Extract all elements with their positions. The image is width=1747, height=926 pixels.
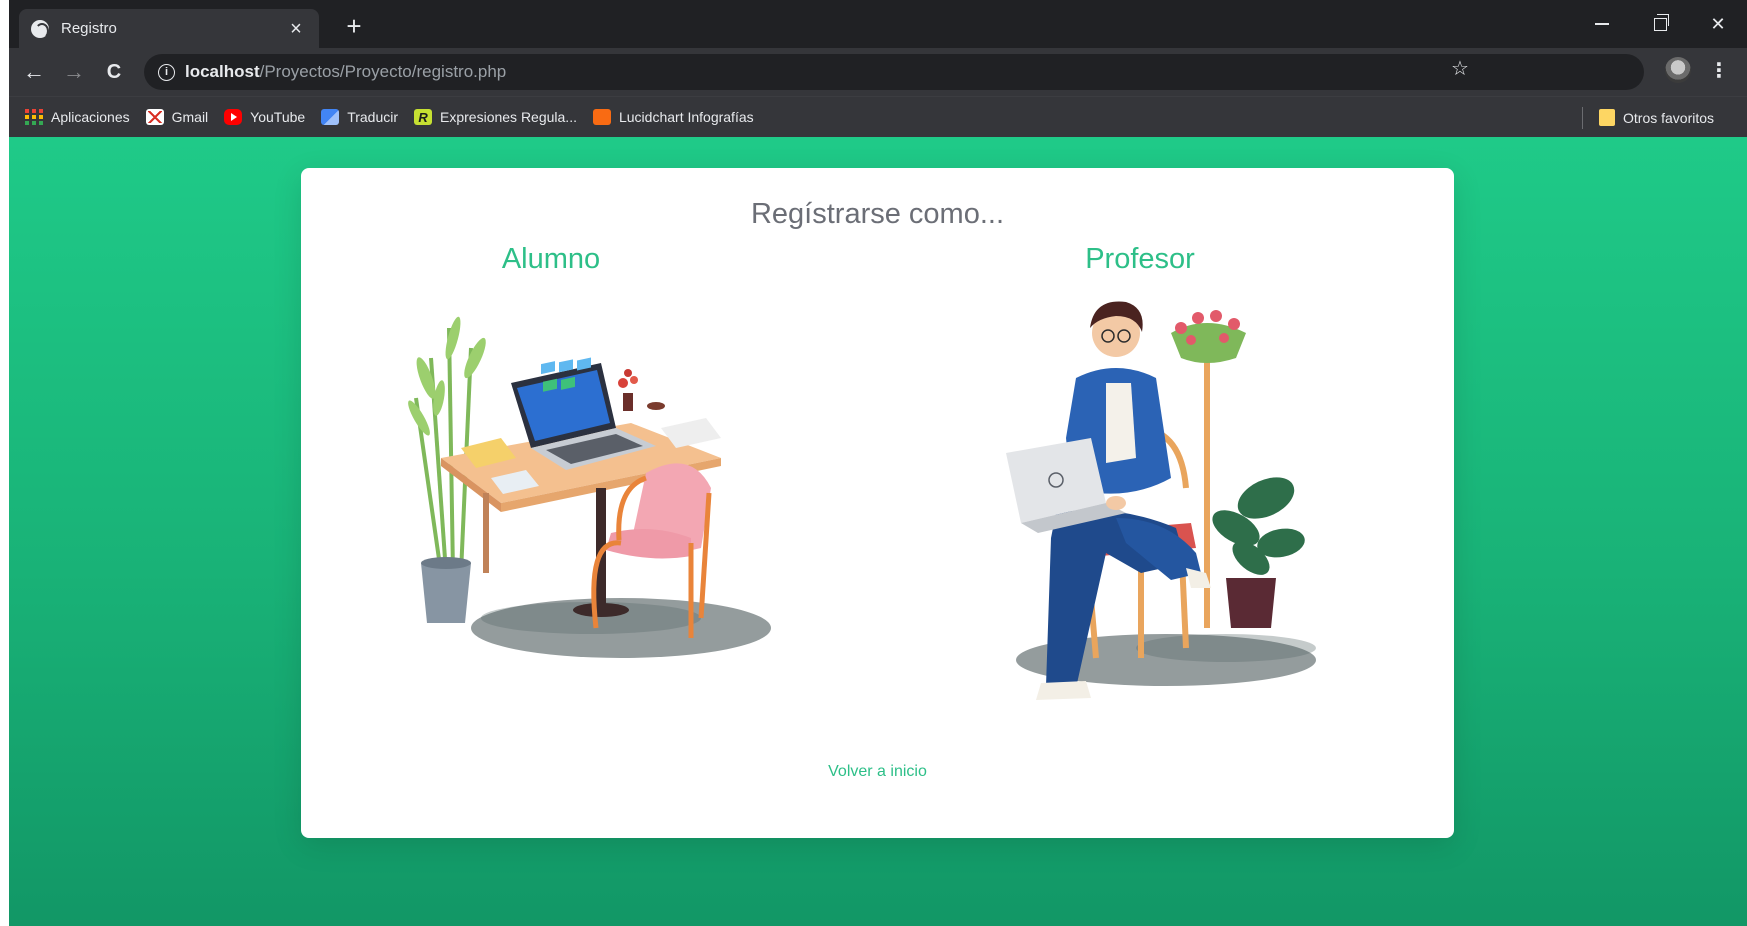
minimize-button[interactable] [1573, 8, 1631, 40]
bookmark-otros-favoritos[interactable]: Otros favoritos [1599, 97, 1714, 138]
close-window-button[interactable]: ✕ [1689, 8, 1747, 40]
bookmark-gmail[interactable]: Gmail [145, 109, 209, 125]
bookmarks-bar: Aplicaciones Gmail YouTube Traducir R Ex… [9, 96, 1747, 137]
lucidchart-icon [592, 109, 611, 125]
bookmark-label: Otros favoritos [1623, 109, 1715, 126]
browser-toolbar: ← → C i localhost /Proyectos/Proyecto/re… [9, 48, 1747, 96]
address-bar[interactable]: i localhost /Proyectos/Proyecto/registro… [144, 54, 1644, 90]
globe-icon [31, 19, 49, 39]
page-viewport: Regístrarse como... Alumno Profesor Volv… [9, 137, 1747, 926]
tab-registro[interactable]: Registro × [19, 9, 319, 48]
student-desk-laptop-illustration[interactable] [391, 288, 771, 688]
bookmark-label: Aplicaciones [51, 109, 130, 125]
bookmark-lucidchart[interactable]: Lucidchart Infografías [592, 109, 754, 125]
bookmark-traducir[interactable]: Traducir [321, 109, 398, 125]
tab-close-icon[interactable]: × [285, 18, 307, 40]
url-path: /Proyectos/Proyecto/registro.php [259, 62, 507, 81]
bookmark-youtube[interactable]: YouTube [224, 109, 305, 125]
back-button[interactable]: ← [17, 55, 51, 89]
bookmark-label: Traducir [347, 109, 399, 125]
regex-icon: R [414, 109, 433, 125]
bookmark-label: Expresiones Regula... [440, 109, 577, 125]
folder-icon [1599, 109, 1615, 126]
bookmark-expresiones-regulares[interactable]: R Expresiones Regula... [414, 109, 577, 125]
registration-card: Regístrarse como... Alumno Profesor Volv… [301, 168, 1454, 838]
browser-menu-icon[interactable]: ⋮ [1709, 58, 1729, 83]
tab-strip: Registro × + ✕ [9, 0, 1747, 48]
translate-icon [321, 109, 340, 125]
page-title: Regístrarse como... [750, 198, 1005, 230]
restore-icon [1653, 13, 1669, 31]
browser-chrome: Registro × + ✕ ← → C i localhost /Proyec… [9, 0, 1747, 137]
site-info-icon[interactable]: i [158, 63, 175, 81]
role-alumno-link[interactable]: Alumno [391, 243, 711, 276]
bookmarks-separator [1582, 107, 1583, 129]
window-controls: ✕ [1573, 8, 1747, 40]
forward-button[interactable]: → [57, 55, 91, 89]
apps-grid-icon [25, 109, 43, 125]
bookmark-label: Lucidchart Infografías [618, 109, 754, 125]
gmail-icon [145, 109, 164, 125]
bookmark-label: Gmail [171, 109, 209, 125]
role-profesor-link[interactable]: Profesor [980, 243, 1300, 276]
new-tab-button[interactable]: + [339, 12, 369, 40]
restore-button[interactable] [1631, 8, 1689, 40]
profile-avatar[interactable] [1665, 57, 1691, 83]
back-to-home-link[interactable]: Volver a inicio [301, 763, 1454, 781]
bookmark-aplicaciones[interactable]: Aplicaciones [25, 109, 130, 125]
reload-button[interactable]: C [97, 55, 131, 89]
minimize-icon [1595, 23, 1609, 25]
bookmark-star-icon[interactable]: ☆ [1451, 56, 1469, 81]
tab-title: Registro [61, 20, 117, 37]
youtube-icon [224, 109, 243, 125]
url-host: localhost [185, 62, 260, 81]
bookmark-label: YouTube [250, 109, 306, 125]
teacher-chair-laptop-illustration[interactable] [966, 288, 1346, 718]
